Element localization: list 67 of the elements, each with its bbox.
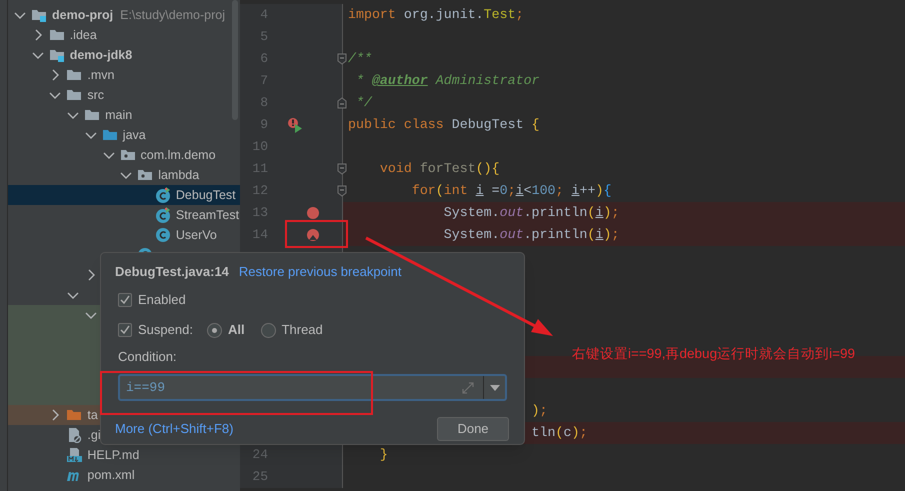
tree-row[interactable]: DebugTest: [8, 185, 240, 205]
tree-item-label[interactable]: src: [85, 86, 104, 104]
code-line: }: [380, 446, 388, 464]
checkbox[interactable]: [118, 293, 132, 307]
folder-icon: [84, 107, 100, 123]
tree-item-label[interactable]: lambda: [156, 166, 200, 184]
folder-icon: [66, 407, 82, 423]
tree-item-label[interactable]: .gi: [85, 426, 101, 444]
annotation-box: [285, 220, 348, 248]
code-line: import org.junit.Test;: [348, 6, 524, 24]
code-line: * @author Administrator: [356, 72, 540, 90]
fold-icon[interactable]: [337, 97, 347, 109]
checkbox-label: Suspend:: [138, 321, 193, 340]
popup-title: DebugTest.java:14: [115, 262, 229, 281]
checkbox[interactable]: [118, 323, 132, 337]
module-folder-icon: [48, 47, 65, 63]
radio-button[interactable]: [260, 322, 276, 338]
more-link[interactable]: More (Ctrl+Shift+F8): [115, 419, 234, 439]
tree-item-label[interactable]: demo-jdk8: [68, 46, 132, 64]
tree-item-label[interactable]: pom.xml: [85, 466, 135, 484]
tree-item-label[interactable]: HELP.md: [85, 446, 140, 464]
tree-item-label[interactable]: main: [103, 106, 132, 124]
project-path: E:\study\demo-proj: [119, 6, 226, 24]
condition-field[interactable]: i==99: [118, 374, 507, 401]
code-line: );: [532, 402, 548, 420]
code-line: System.out.println(i);: [444, 204, 620, 222]
checkbox-label: Enabled: [138, 291, 186, 310]
code-line: public class DebugTest {: [348, 116, 540, 134]
module-folder-icon: [31, 7, 47, 23]
code-line: */: [356, 94, 372, 112]
file-icon: [66, 427, 82, 443]
tree-item-label[interactable]: java: [120, 126, 146, 144]
run-icon: [288, 117, 303, 133]
tree-item-label[interactable]: com.lm.demo: [138, 146, 216, 164]
code-line: /**: [348, 50, 372, 68]
folder-icon: [66, 67, 82, 83]
restore-link[interactable]: Restore previous breakpoint: [238, 262, 402, 282]
code-line: void forTest(){: [380, 160, 500, 178]
folder-icon: [66, 87, 82, 103]
tree-item-label[interactable]: .idea: [68, 26, 97, 44]
breakpoint-icon: [307, 207, 319, 219]
package-icon: [120, 147, 136, 163]
annotation-text: 右键设置i==99,再debug运行时就会自动到i=99: [572, 345, 855, 363]
tree-item-label[interactable]: ta: [85, 406, 98, 424]
fold-icon[interactable]: [337, 185, 347, 197]
package-icon: [137, 167, 154, 183]
breakpoint-icon: [307, 229, 319, 241]
fold-icon[interactable]: [337, 53, 347, 65]
tree-item-label[interactable]: demo-proj: [50, 6, 114, 24]
field-label: Condition:: [118, 348, 177, 366]
tree-item-label[interactable]: .mvn: [85, 66, 114, 84]
code-line: for(int i =0;i<100; i++){: [412, 182, 612, 200]
radio-label: Thread: [282, 321, 323, 340]
caret-icon: [490, 384, 500, 390]
source-folder-icon: [102, 127, 118, 143]
fold-icon[interactable]: [337, 163, 347, 175]
code-line: tln(c);: [532, 424, 588, 442]
radio-label: All: [228, 321, 245, 340]
radio-button[interactable]: [206, 322, 222, 338]
markdown-file-icon: [66, 447, 82, 463]
expand-icon: [461, 380, 475, 394]
tree-item-label[interactable]: StreamTest: [174, 206, 240, 224]
tree-item-label[interactable]: UserVo: [174, 226, 217, 244]
folder-icon: [48, 27, 65, 43]
code-line: System.out.println(i);: [444, 226, 620, 244]
done-button[interactable]: Done: [437, 417, 509, 441]
tree-item-label[interactable]: DebugTest: [174, 186, 236, 204]
